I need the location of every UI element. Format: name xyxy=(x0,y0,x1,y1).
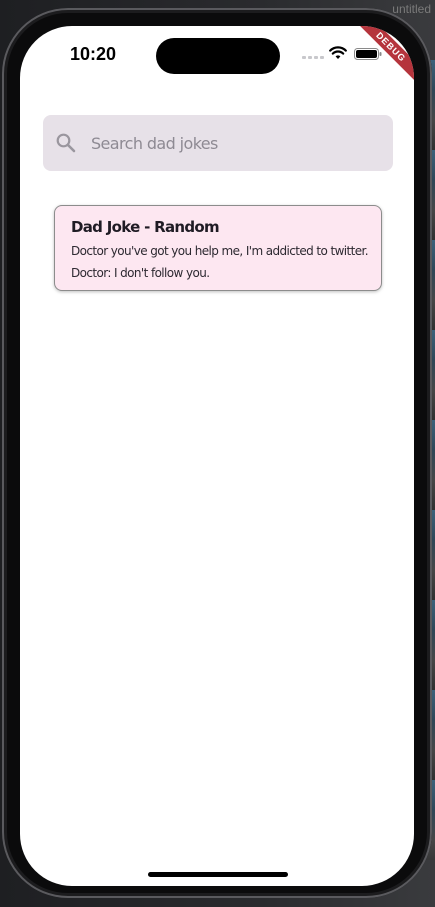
battery-icon xyxy=(354,48,382,60)
status-time: 10:20 xyxy=(70,44,117,64)
cellular-signal-icon xyxy=(302,56,324,60)
phone-frame: 10:20 DEBUG Dad xyxy=(2,8,432,898)
joke-text-line: Doctor: I don't follow you. xyxy=(71,266,210,280)
status-bar: 10:20 DEBUG xyxy=(20,26,414,86)
wifi-icon xyxy=(329,46,347,59)
background-window-title: untitled xyxy=(392,2,431,16)
joke-text-line: Doctor you've got you help me, I'm addic… xyxy=(71,244,369,258)
search-icon xyxy=(56,133,76,153)
home-indicator[interactable] xyxy=(148,872,288,877)
search-bar[interactable] xyxy=(43,115,393,171)
joke-card-title: Dad Joke - Random xyxy=(71,218,220,236)
search-input[interactable] xyxy=(89,122,383,164)
dynamic-island xyxy=(156,38,280,74)
joke-card[interactable]: Dad Joke - Random Doctor you've got you … xyxy=(54,205,382,291)
app-screen: 10:20 DEBUG Dad xyxy=(20,26,414,886)
